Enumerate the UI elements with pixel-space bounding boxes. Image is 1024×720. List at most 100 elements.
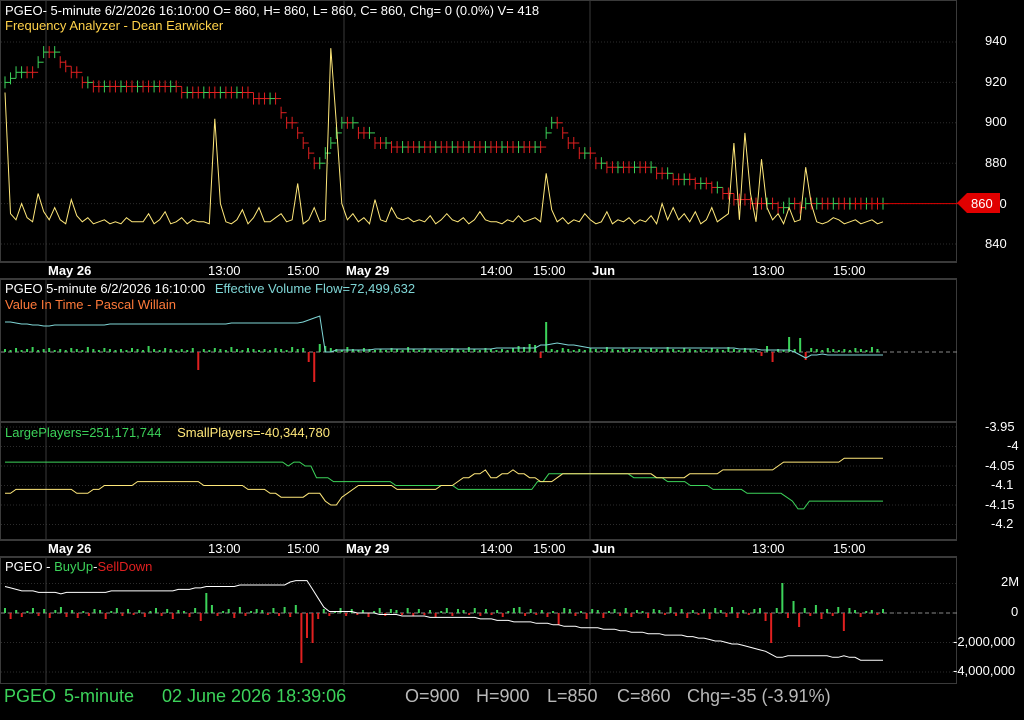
buyup-selldown-bar <box>602 613 605 618</box>
y-tick: -3.95 <box>985 419 1015 434</box>
y-tick: -4.1 <box>991 477 1014 492</box>
date-label: 15:00 <box>533 263 566 278</box>
volume-bar <box>721 350 724 352</box>
volume-bar <box>4 349 6 352</box>
footer-high: H=900 <box>476 686 530 706</box>
volume-bar <box>512 348 515 352</box>
buyup-selldown-bar <box>524 613 527 616</box>
volume-bar <box>169 349 172 352</box>
buyup-selldown-bar <box>490 613 493 615</box>
buyup-selldown-bar <box>205 593 208 613</box>
buyup-selldown-bar <box>71 610 74 613</box>
y-tick: 940 <box>985 33 1007 48</box>
buyup-selldown-bar <box>138 610 141 613</box>
y-tick: 0 <box>1011 604 1019 619</box>
buyup-selldown-bar <box>814 605 817 613</box>
buyup-selldown-bar <box>132 613 135 615</box>
volume-bar <box>108 349 111 352</box>
buyup-selldown-bar <box>518 607 521 613</box>
buyup-selldown-bar <box>322 609 325 613</box>
volume-bar <box>313 352 316 382</box>
buyup-selldown-bar <box>389 609 392 613</box>
volume-bar <box>48 348 51 352</box>
volume-bar <box>810 348 813 352</box>
selldown-label: SellDown <box>97 559 153 574</box>
buyup-selldown-bar <box>143 613 146 617</box>
volume-bar <box>373 350 376 352</box>
buyup-selldown-bar <box>222 611 225 613</box>
volume-bar <box>616 350 619 352</box>
y-tick: 900 <box>985 114 1007 129</box>
buyup-selldown-panel: PGEO - BuyUp-SellDown <box>0 557 958 685</box>
volume-bar <box>208 350 211 352</box>
buyup-selldown-bar <box>552 611 555 613</box>
volume-bar <box>97 350 100 352</box>
volume-bar <box>688 349 691 352</box>
y-tick: 840 <box>985 236 1007 251</box>
buyup-selldown-bar <box>20 613 23 617</box>
players-chart <box>1 423 958 541</box>
volume-bar <box>500 349 503 352</box>
volume-bar <box>600 350 603 352</box>
buyup-selldown-bar <box>244 613 247 616</box>
frequency-analyzer-line <box>4 48 884 226</box>
volume-bar <box>462 350 465 352</box>
volume-bar <box>274 348 277 352</box>
date-label: 13:00 <box>208 541 241 556</box>
buyup-selldown-bar <box>339 608 342 613</box>
volume-bar <box>53 350 56 352</box>
volume-bar <box>186 350 189 352</box>
date-label: May 26 <box>48 263 92 278</box>
volume-bar <box>241 350 244 352</box>
volume-bar <box>64 350 67 352</box>
volume-bar <box>114 350 117 352</box>
y-tick: 920 <box>985 74 1007 89</box>
volume-bar <box>661 350 664 352</box>
volume-bar <box>732 349 735 352</box>
buyup-selldown-bar <box>585 613 588 619</box>
volume-bar <box>235 349 238 352</box>
buyup-selldown-bar <box>87 613 90 616</box>
buyup-selldown-bar <box>149 611 152 613</box>
buyup-selldown-bar <box>110 611 113 613</box>
volume-bar <box>578 349 581 352</box>
volume-bar <box>854 348 857 352</box>
volume-bar <box>296 349 299 352</box>
volume-bar <box>766 346 769 352</box>
buyup-selldown-bar <box>568 609 571 613</box>
buyup-selldown-bar <box>238 607 241 613</box>
buyup-selldown-bar <box>233 613 236 618</box>
buyup-selldown-bar <box>798 613 801 627</box>
buyup-selldown-bar <box>753 609 756 613</box>
buyup-selldown-bar <box>345 613 348 616</box>
buyup-selldown-bar <box>378 608 381 613</box>
volume-bar <box>859 349 862 352</box>
bs-axis: 2M 0 -2,000,000 -4,000,000 <box>953 557 1024 684</box>
status-bar: PGEO 5-minute 02 June 2026 18:39:06 O=90… <box>0 684 1024 720</box>
volume-bar <box>418 350 421 352</box>
volume-bar <box>683 348 686 352</box>
date-label: 14:00 <box>480 263 513 278</box>
buyup-selldown-bar <box>216 613 219 616</box>
buyup-selldown-bar <box>4 608 6 613</box>
volume-bar <box>70 348 73 352</box>
buyup-selldown-bar <box>624 608 627 613</box>
buyup-selldown-bar <box>574 613 577 616</box>
footer-close: C=860 <box>617 686 671 706</box>
buyup-selldown-bar <box>300 613 303 663</box>
volume-bar <box>821 350 824 352</box>
volume-bar <box>180 349 183 352</box>
buyup-selldown-bar <box>803 608 806 613</box>
volume-bar <box>164 348 167 352</box>
date-label: May 29 <box>346 541 390 556</box>
buyup-selldown-bar <box>691 610 694 613</box>
volume-bar <box>142 350 145 352</box>
date-axis-bottom: May 26 13:00 15:00 May 29 14:00 15:00 Ju… <box>0 540 957 557</box>
volume-bar <box>42 349 45 352</box>
volume-bar <box>655 349 658 352</box>
volume-bar <box>246 348 249 352</box>
volume-bar <box>445 350 448 352</box>
buyup-selldown-bar <box>865 611 868 613</box>
buyup-selldown-bar <box>630 613 633 617</box>
volume-bar <box>876 349 879 352</box>
